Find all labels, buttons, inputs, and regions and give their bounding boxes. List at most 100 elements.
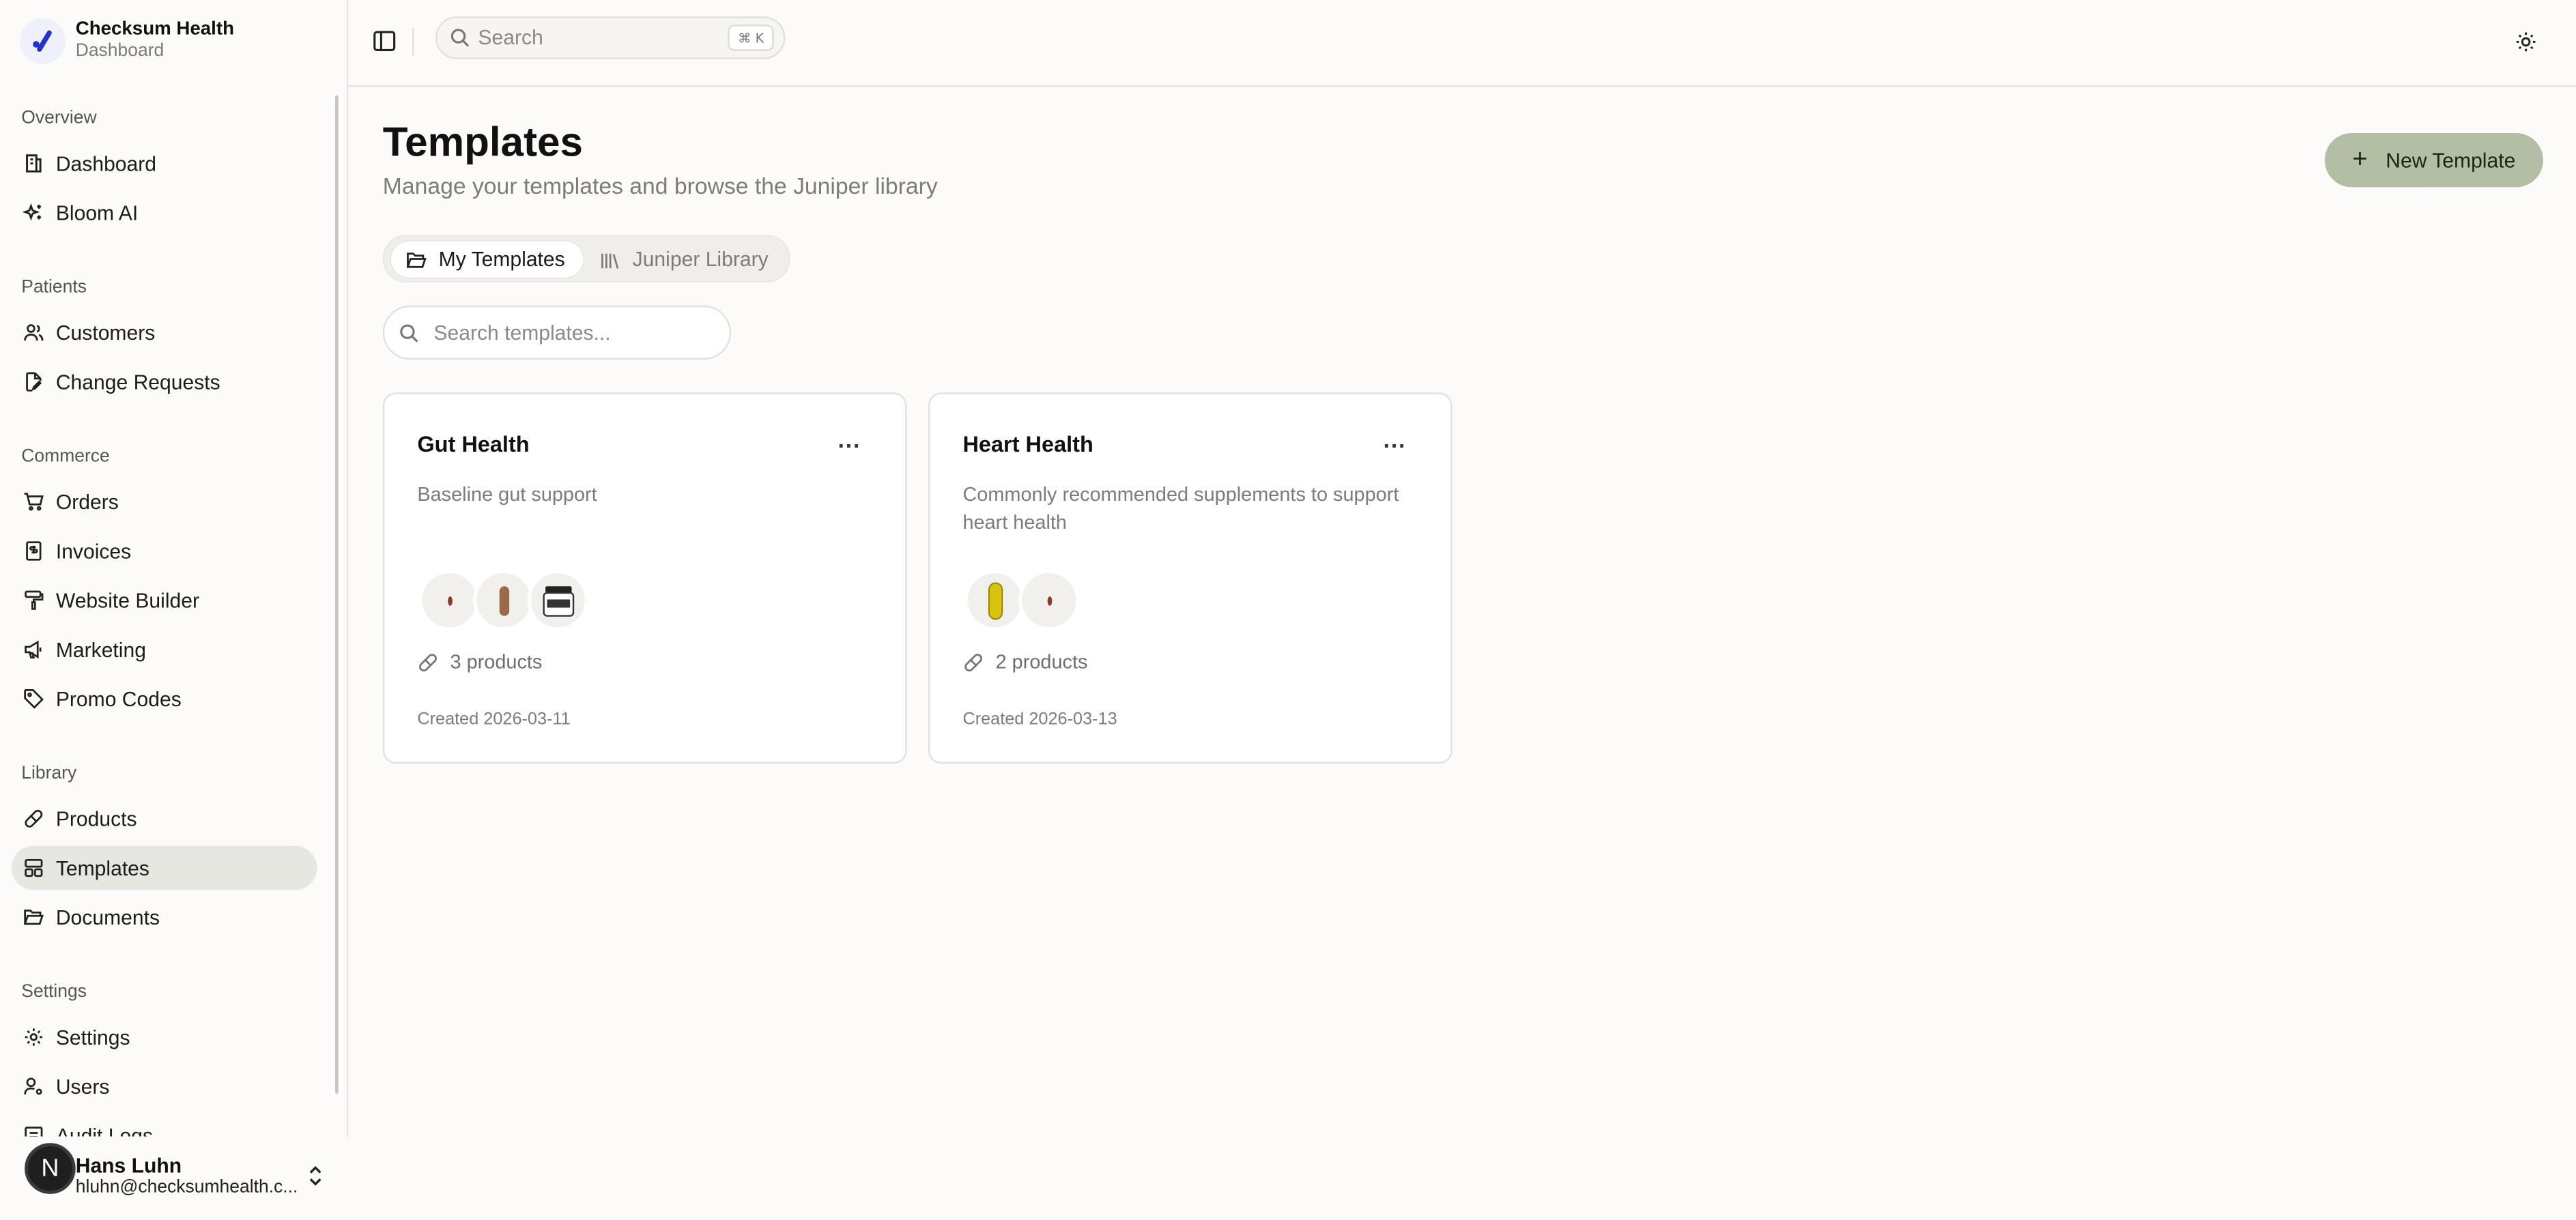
scrollbar-thumb[interactable] — [332, 91, 342, 1097]
sidebar-item-label: Change Requests — [55, 370, 220, 394]
sidebar-item-label: Users — [55, 1075, 110, 1099]
card-title: Heart Health — [962, 432, 1093, 457]
search-placeholder: Search templates... — [433, 321, 611, 345]
sidebar-item-orders[interactable]: Orders — [12, 480, 317, 524]
chevrons-up-down-icon[interactable] — [306, 1164, 326, 1187]
page-subtitle: Manage your templates and browse the Jun… — [382, 172, 938, 199]
sidebar-scrollbar[interactable] — [332, 91, 342, 1097]
avatar[interactable]: N — [25, 1143, 76, 1194]
more-options-icon[interactable]: ··· — [1384, 433, 1407, 456]
search-shortcut: ⌘ K — [728, 25, 774, 51]
search-placeholder: Search — [478, 26, 543, 50]
sidebar-item-website-builder[interactable]: Website Builder — [12, 578, 317, 622]
users-icon — [24, 324, 44, 341]
group-label-library: Library — [21, 764, 77, 784]
card-product-count: 3 products — [417, 650, 542, 673]
sidebar-item-products[interactable]: Products — [12, 796, 317, 841]
tab-label: My Templates — [438, 248, 565, 272]
sidebar-item-label: Audit Logs — [55, 1124, 154, 1137]
template-tabs: My Templates Juniper Library — [382, 235, 790, 282]
more-options-icon[interactable]: ··· — [838, 433, 861, 456]
plus-icon: + — [2352, 145, 2368, 173]
search-icon — [400, 323, 418, 342]
sidebar-item-label: Promo Codes — [55, 687, 182, 710]
sidebar-nav: Overview Dashboard Bloom AI Patients Cus… — [0, 92, 328, 1137]
sidebar-item-label: Products — [55, 807, 137, 830]
sidebar-item-label: Website Builder — [55, 588, 199, 612]
sidebar-item-change-requests[interactable]: Change Requests — [12, 360, 317, 404]
sidebar-item-settings[interactable]: Settings — [12, 1015, 317, 1059]
tab-juniper-library[interactable]: Juniper Library — [585, 242, 786, 278]
layout-template-icon — [25, 858, 43, 877]
brand-subtitle: Dashboard — [75, 41, 164, 61]
sidebar-item-label: Customers — [55, 321, 156, 345]
sidebar-item-label: Templates — [55, 856, 149, 880]
tag-icon — [24, 689, 44, 709]
sidebar-item-audit-logs[interactable]: Audit Logs — [12, 1114, 317, 1137]
user-email: hluhn@checksumhealth.c... — [75, 1177, 298, 1197]
group-label-commerce: Commerce — [21, 446, 110, 467]
sidebar-toggle-icon[interactable] — [373, 29, 396, 53]
card-title: Gut Health — [417, 432, 530, 457]
megaphone-icon — [25, 640, 42, 659]
file-edit-icon — [26, 372, 42, 392]
user-name: Hans Luhn — [75, 1154, 182, 1178]
page-title: Templates — [382, 119, 583, 166]
sidebar-item-marketing[interactable]: Marketing — [12, 627, 317, 671]
sidebar-item-customers[interactable]: Customers — [12, 310, 317, 355]
card-description: Commonly recommended supplements to supp… — [962, 482, 1399, 534]
sun-icon[interactable] — [2515, 31, 2536, 53]
sidebar-item-label: Orders — [55, 490, 119, 514]
sidebar-item-dashboard[interactable]: Dashboard — [12, 141, 317, 186]
library-icon — [601, 252, 619, 268]
sparkles-icon — [23, 203, 42, 221]
folder-open-icon — [406, 252, 427, 267]
global-search[interactable]: Search ⌘ K — [435, 16, 786, 59]
sidebar-item-label: Settings — [55, 1026, 130, 1049]
card-created-date: Created 2026-03-11 — [417, 709, 571, 729]
pill-icon — [964, 653, 983, 671]
new-template-button[interactable]: + New Template — [2324, 132, 2543, 188]
sidebar-item-users[interactable]: Users — [12, 1064, 317, 1109]
capsule-small-icon — [418, 570, 480, 631]
tab-label: Juniper Library — [632, 248, 769, 272]
invoice-icon — [26, 541, 42, 561]
sidebar-item-label: Documents — [55, 905, 160, 929]
sidebar-item-label: Marketing — [55, 638, 146, 661]
templates-search-input[interactable]: Search templates... — [382, 305, 732, 360]
brand[interactable]: Checksum Health Dashboard — [19, 18, 235, 64]
group-label-patients: Patients — [21, 277, 87, 297]
logs-icon — [25, 1127, 43, 1137]
template-card-heart-health[interactable]: Heart Health ··· Commonly recommended su… — [928, 392, 1452, 764]
product-count-label: 2 products — [995, 650, 1088, 673]
sidebar-item-documents[interactable]: Documents — [12, 895, 317, 940]
sidebar-item-label: Invoices — [55, 539, 132, 563]
dashboard-icon — [26, 154, 42, 173]
group-label-overview: Overview — [21, 108, 97, 128]
user-cog-icon — [24, 1077, 42, 1095]
brand-title: Checksum Health — [75, 19, 235, 40]
new-template-label: New Template — [2386, 148, 2516, 172]
pill-icon — [25, 809, 43, 828]
brand-logo-icon — [19, 18, 66, 64]
jar-icon — [527, 570, 588, 631]
app-root: Checksum Health Dashboard Overview Dashb… — [0, 0, 2576, 1220]
card-description: Baseline gut support — [417, 482, 597, 506]
gear-icon — [25, 1028, 43, 1046]
sidebar-item-promo-codes[interactable]: Promo Codes — [12, 677, 317, 721]
sidebar: Checksum Health Dashboard Overview Dashb… — [0, 0, 349, 1220]
capsule-brown-icon — [473, 570, 534, 631]
sidebar-item-bloom-ai[interactable]: Bloom AI — [12, 190, 317, 235]
tab-my-templates[interactable]: My Templates — [390, 241, 584, 278]
template-card-gut-health[interactable]: Gut Health ··· Baseline gut support 3 pr… — [382, 392, 907, 764]
paint-roller-icon — [25, 590, 44, 610]
product-count-label: 3 products — [450, 650, 543, 673]
group-label-settings: Settings — [21, 982, 87, 1002]
cart-icon — [24, 493, 44, 511]
sidebar-item-invoices[interactable]: Invoices — [12, 529, 317, 573]
sidebar-item-templates[interactable]: Templates — [11, 845, 317, 890]
card-created-date: Created 2026-03-13 — [962, 709, 1117, 729]
capsule-small-icon — [1018, 570, 1080, 631]
search-icon — [450, 29, 470, 47]
sidebar-item-label: Dashboard — [55, 151, 157, 175]
